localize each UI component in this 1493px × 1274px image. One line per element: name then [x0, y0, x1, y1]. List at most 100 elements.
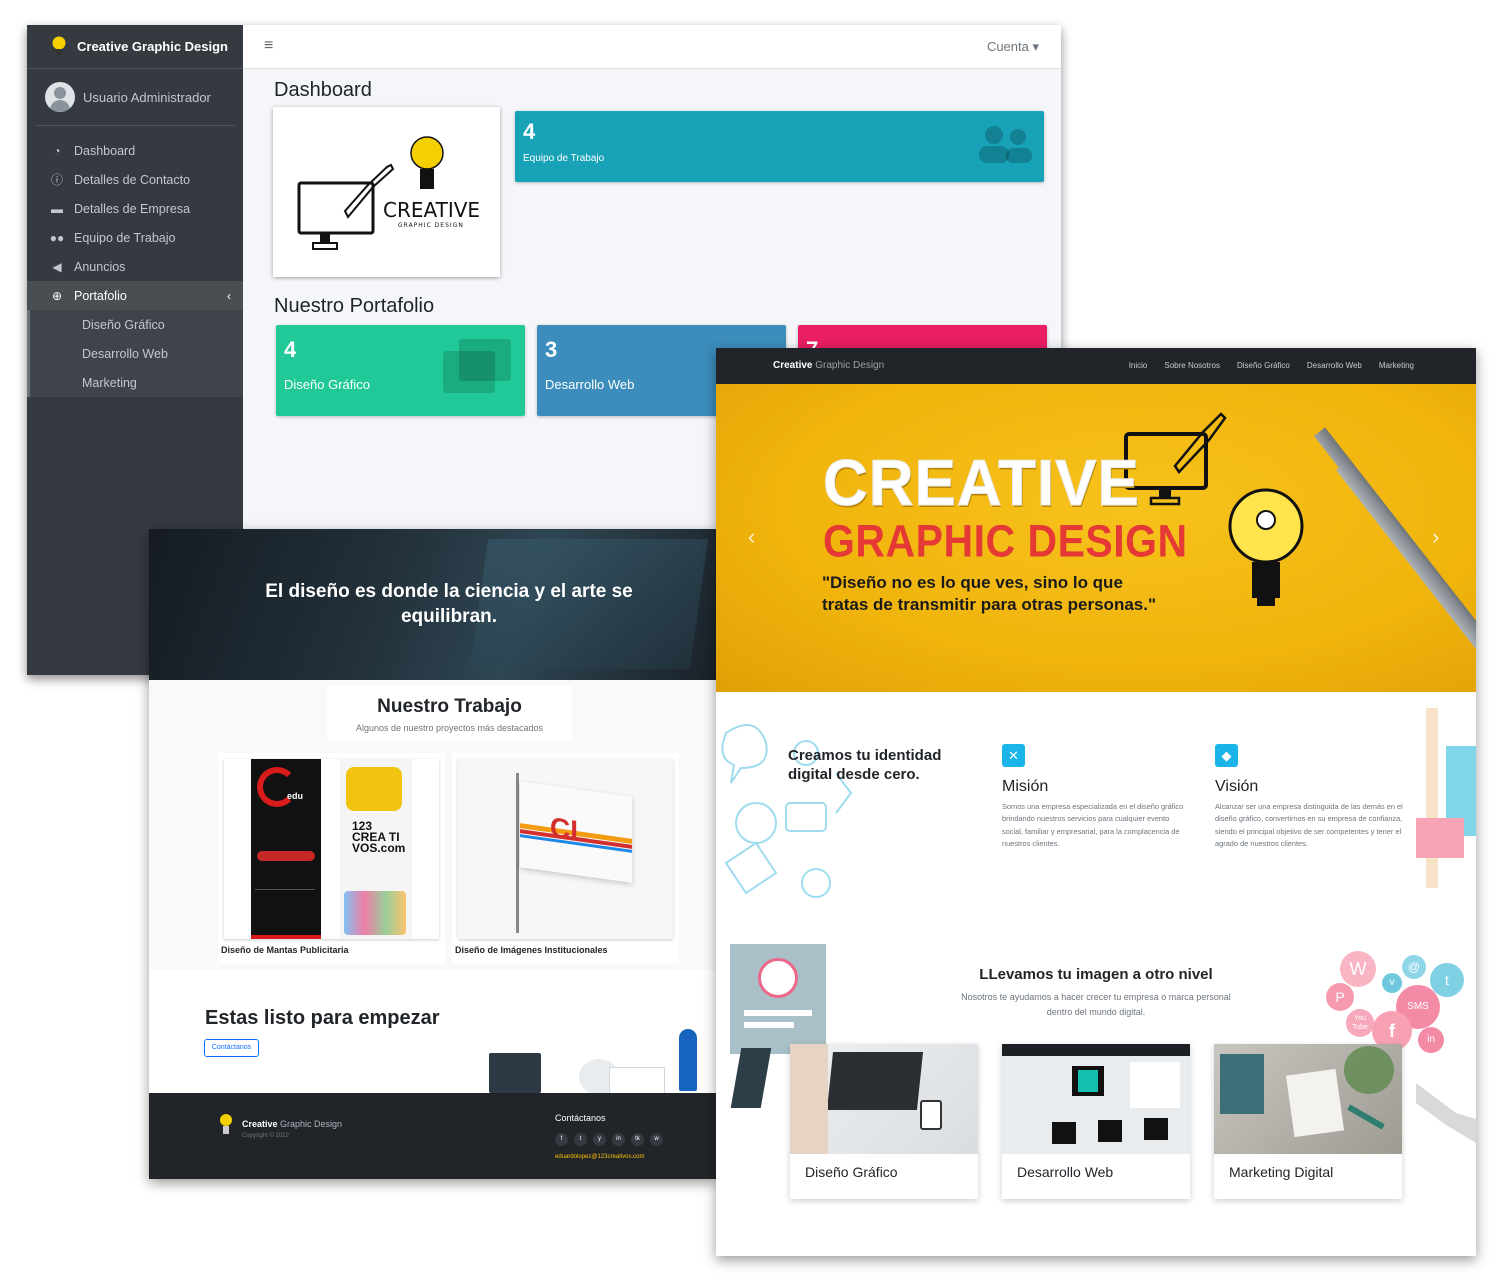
sidebar-subitem-diseno[interactable]: Diseño Gráfico [30, 310, 243, 339]
shape-beige [1426, 708, 1438, 888]
sidebar-item-label: Marketing [82, 375, 137, 390]
landing-brand[interactable]: Creative Graphic Design [773, 360, 884, 371]
account-label: Cuenta [986, 39, 1029, 54]
footer: Creative Graphic Design Copyright © 2022… [149, 1093, 717, 1179]
tiktok-icon[interactable]: tk [631, 1133, 644, 1146]
sidebar-item-label: Dashboard [74, 143, 136, 158]
linkedin-icon[interactable]: in [612, 1133, 625, 1146]
lightbulb-logo-icon [220, 1114, 232, 1134]
portfolio-box-diseno[interactable]: 4 Diseño Gráfico [276, 325, 525, 416]
brand-link[interactable]: Creative Graphic Design [27, 25, 243, 69]
pen-illustration [1347, 1104, 1385, 1130]
contact-button[interactable]: Contáctanos [204, 1039, 259, 1057]
mockup-tile [1052, 1122, 1076, 1144]
desarrollo-count: 3 [545, 337, 558, 362]
carousel-prev-icon[interactable]: ‹ [748, 524, 755, 550]
phone-illustration [920, 1100, 942, 1130]
plant-illustration [1344, 1046, 1394, 1094]
desarrollo-label: Desarrollo Web [545, 377, 635, 392]
diseno-label: Diseño Gráfico [284, 377, 370, 392]
person-illustration [790, 1044, 828, 1154]
paint-bucket-icon: ◆ [1215, 744, 1238, 767]
footer-brand-bold: Creative [242, 1119, 278, 1129]
crosshair-icon: ✕ [1002, 744, 1025, 767]
mockup-logo-inner [1078, 1070, 1098, 1092]
whatsapp-icon[interactable]: w [650, 1133, 663, 1146]
account-dropdown[interactable]: Cuenta ▾ [987, 39, 1039, 55]
logo-word: CREATIVE [383, 198, 480, 222]
sidebar-item-label: Portafolio [74, 288, 127, 303]
user-panel[interactable]: Usuario Administrador [35, 69, 235, 126]
hero-carousel: CREATIVE GRAPHIC DESIGN "Diseño no es lo… [716, 384, 1476, 692]
user-name: Usuario Administrador [83, 89, 211, 105]
cta-illustration [489, 1029, 699, 1095]
users-icon: ●● [49, 230, 65, 245]
carousel-next-icon[interactable]: › [1432, 524, 1439, 550]
service-image-diseno [790, 1044, 978, 1154]
work-caption: Diseño de Imágenes Institucionales [455, 945, 608, 955]
digital-marketing-icons [344, 891, 406, 935]
service-card-diseno[interactable]: Diseño Gráfico [790, 1044, 978, 1199]
vision-title: Visión [1215, 778, 1259, 795]
chevron-left-icon: ‹ [227, 288, 231, 303]
work-card-institucionales[interactable]: CL Diseño de Imágenes Institucionales [452, 753, 679, 963]
pencil-2 [1336, 461, 1476, 668]
instagram-bubble: in [1418, 1027, 1444, 1053]
book-illustration [1220, 1054, 1264, 1114]
creative-patch [346, 767, 402, 811]
nav-link-sobre-nosotros[interactable]: Sobre Nosotros [1164, 361, 1220, 370]
nav-link-inicio[interactable]: Inicio [1129, 361, 1148, 370]
flag-cloth: CL [520, 781, 632, 883]
sidebar-subitem-desarrollo[interactable]: Desarrollo Web [30, 339, 243, 368]
landing-brand-rest: Graphic Design [812, 360, 885, 371]
globe-icon: ⊕ [51, 288, 63, 303]
footer-email-link[interactable]: eduardolopez@123creativos.com [555, 1154, 644, 1160]
section-subtitle: Algunos de nuestro proyectos más destaca… [355, 723, 544, 733]
info-icon: ⓘ [50, 173, 63, 187]
nav-link-diseno-grafico[interactable]: Diseño Gráfico [1237, 361, 1290, 370]
service-label: Marketing Digital [1229, 1164, 1334, 1180]
nav-link-desarrollo-web[interactable]: Desarrollo Web [1307, 361, 1362, 370]
cta-heading: Estas listo para empezar [205, 1007, 440, 1029]
flag-logo: CL [550, 811, 588, 848]
nav-link-marketing[interactable]: Marketing [1379, 361, 1414, 370]
vision-text: Alcanzar ser una empresa distinguida de … [1215, 802, 1403, 848]
brand-text: Creative Graphic Design [77, 39, 228, 54]
landing-navbar: Creative Graphic Design Inicio Sobre Nos… [716, 348, 1476, 384]
mockup-text-card [1130, 1062, 1180, 1108]
logo-card: CREATIVE GRAPHIC DESIGN [273, 107, 500, 277]
sidebar-item-portafolio[interactable]: ⊕ Portafolio ‹ [27, 281, 243, 310]
menu-toggle-icon[interactable]: ≡ [264, 37, 273, 55]
landing-nav-links: Inicio Sobre Nosotros Diseño Gráfico Des… [1129, 361, 1414, 370]
twitter-icon[interactable]: t [574, 1133, 587, 1146]
sidebar-item-contacto[interactable]: ⓘ Detalles de Contacto [27, 165, 243, 194]
service-label: Desarrollo Web [1017, 1164, 1114, 1180]
code-window-illustration [489, 1053, 541, 1093]
youtube-icon[interactable]: y [593, 1133, 606, 1146]
profile-line [744, 1010, 812, 1016]
sidebar-item-anuncios[interactable]: ◀ Anuncios [27, 252, 243, 281]
portafolio-submenu: Diseño Gráfico Desarrollo Web Marketing [27, 310, 243, 397]
work-title-card: Nuestro Trabajo Algunos de nuestro proye… [327, 686, 572, 741]
sidebar-item-dashboard[interactable]: ◔ Dashboard [27, 136, 243, 165]
briefcase-icon: ▬ [51, 201, 63, 216]
sidebar-item-empresa[interactable]: ▬ Detalles de Empresa [27, 194, 243, 223]
logo-sub: GRAPHIC DESIGN [398, 222, 464, 229]
landing-page-window: Creative Graphic Design Inicio Sobre Nos… [716, 348, 1476, 1256]
landing-brand-bold: Creative [773, 360, 813, 371]
team-stat-box[interactable]: 4 Equipo de Trabajo [515, 111, 1044, 182]
sidebar-item-equipo[interactable]: ●● Equipo de Trabajo [27, 223, 243, 252]
banner-left: edu [251, 759, 321, 939]
portfolio-title: Nuestro Portafolio [274, 295, 435, 317]
hand-illustration [1416, 1083, 1476, 1143]
service-card-marketing[interactable]: Marketing Digital [1214, 1044, 1402, 1199]
facebook-icon[interactable]: f [555, 1133, 568, 1146]
laptop-illustration [826, 1052, 924, 1110]
mission-title: Misión [1002, 778, 1049, 795]
level-text: Nosotros te ayudamos a hacer crecer tu e… [961, 992, 1231, 1017]
notepad-illustration [1285, 1068, 1345, 1138]
work-card-mantas[interactable]: edu 123 CREA TI VOS.com Diseño de Mantas… [218, 753, 445, 963]
mockup-tile [1144, 1118, 1168, 1140]
service-card-desarrollo[interactable]: Desarrollo Web [1002, 1044, 1190, 1199]
sidebar-subitem-marketing[interactable]: Marketing [30, 368, 243, 397]
